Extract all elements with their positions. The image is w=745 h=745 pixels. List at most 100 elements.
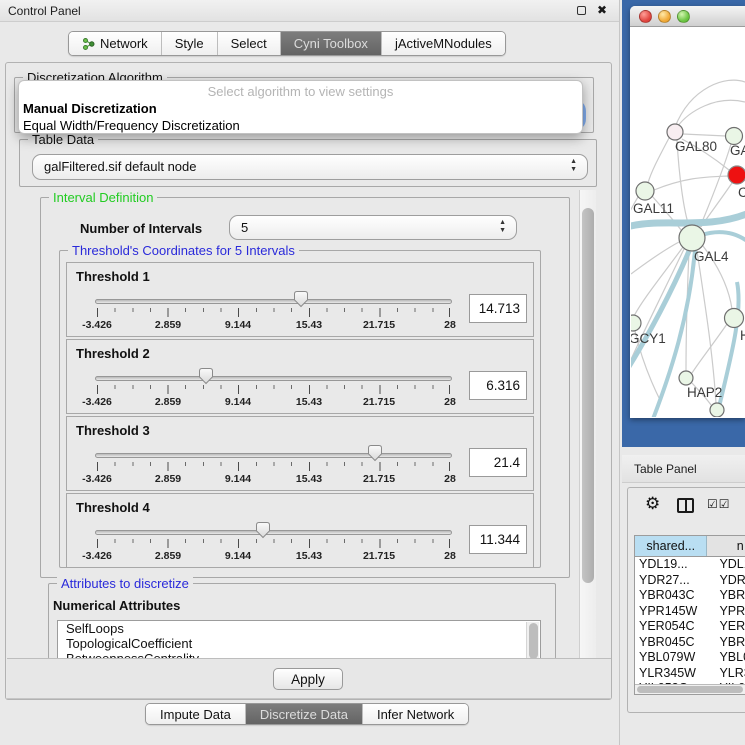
control-panel-titlebar: Control Panel ✖ bbox=[0, 0, 619, 22]
threshold-1-slider-handle[interactable] bbox=[293, 290, 309, 308]
cell: YBL079W bbox=[635, 650, 707, 666]
tab-discretize-data[interactable]: Discretize Data bbox=[245, 704, 362, 724]
cell: YDL19... bbox=[635, 557, 707, 573]
threshold-2-value-field[interactable] bbox=[469, 371, 527, 400]
threshold-row-2: Threshold 2 -3.426 2.859 9.144 15.43 21.… bbox=[66, 339, 534, 414]
close-icon[interactable]: ✖ bbox=[597, 3, 607, 17]
tick-label: -3.426 bbox=[82, 319, 112, 331]
tab-cyni-toolbox[interactable]: Cyni Toolbox bbox=[280, 32, 381, 55]
node-hap2[interactable] bbox=[679, 371, 693, 385]
dropdown-hint: Select algorithm to view settings bbox=[19, 84, 582, 99]
tab-select[interactable]: Select bbox=[217, 32, 280, 55]
threshold-1-slider-track[interactable] bbox=[95, 299, 452, 304]
column-header-name[interactable]: n bbox=[707, 536, 745, 556]
dropdown-option-equal-width[interactable]: Equal Width/Frequency Discretization bbox=[23, 118, 240, 133]
table-row[interactable]: YLR345WYLR3 bbox=[635, 666, 745, 682]
table-data-group: Table Data galFiltered.sif default node … bbox=[19, 139, 597, 187]
dropdown-option-manual[interactable]: Manual Discretization bbox=[23, 101, 157, 116]
float-window-icon[interactable] bbox=[577, 6, 586, 15]
node-h[interactable] bbox=[725, 309, 744, 328]
tick-label: 15.43 bbox=[296, 550, 322, 562]
threshold-3-slider-track[interactable] bbox=[95, 453, 452, 458]
threshold-row-3: Threshold 3 -3.426 2.859 9.144 15.43 21.… bbox=[66, 416, 534, 491]
cell: YPR145W bbox=[635, 604, 707, 620]
tick-label: 9.144 bbox=[225, 396, 251, 408]
table-row[interactable]: YBR045CYBR0 bbox=[635, 635, 745, 651]
table-row[interactable]: YBL079WYBL0 bbox=[635, 650, 745, 666]
threshold-2-slider-handle[interactable] bbox=[198, 367, 214, 385]
table-row[interactable]: YPR145WYPR1 bbox=[635, 604, 745, 620]
node-gal4[interactable] bbox=[679, 225, 705, 251]
network-canvas[interactable]: GAL80 GA C GAL11 GAL4 GCY1 H HAP2 bbox=[631, 27, 745, 417]
tab-infer-network[interactable]: Infer Network bbox=[362, 704, 468, 724]
threshold-4-slider-track[interactable] bbox=[95, 530, 452, 535]
interval-group-title: Interval Definition bbox=[49, 190, 157, 205]
split-columns-icon[interactable] bbox=[677, 498, 694, 513]
list-item-selfloops[interactable]: SelfLoops bbox=[58, 621, 540, 636]
tab-impute-data-label: Impute Data bbox=[160, 707, 231, 722]
cell: YBL0 bbox=[707, 650, 745, 666]
list-scrollbar-track[interactable] bbox=[526, 622, 539, 660]
threshold-3-value-field[interactable] bbox=[469, 448, 527, 477]
gear-icon[interactable]: ⚙ bbox=[645, 494, 660, 514]
node-gcy1[interactable] bbox=[631, 315, 641, 331]
tick-label: 15.43 bbox=[296, 473, 322, 485]
threshold-1-label: Threshold 1 bbox=[76, 269, 150, 284]
tab-style[interactable]: Style bbox=[161, 32, 217, 55]
threshold-2-label: Threshold 2 bbox=[76, 346, 150, 361]
control-panel-window: Control Panel ✖ Network Style Select Cyn… bbox=[0, 0, 620, 745]
main-scrollbar-thumb[interactable] bbox=[582, 208, 594, 583]
table-hscrollbar-thumb[interactable] bbox=[637, 686, 743, 693]
table-panel: ⚙ ☑☑ shared... n YDL19...YDL1 YDR27...YD… bbox=[627, 487, 745, 713]
tab-jactivemnodules[interactable]: jActiveMNodules bbox=[381, 32, 505, 55]
table-row[interactable]: YDR27...YDR2 bbox=[635, 573, 745, 589]
tab-impute-data[interactable]: Impute Data bbox=[146, 704, 245, 724]
tick-label: 9.144 bbox=[225, 473, 251, 485]
main-scrollbar-track[interactable] bbox=[579, 190, 596, 658]
cell: YER0 bbox=[707, 619, 745, 635]
table-data-combobox[interactable]: galFiltered.sif default node ▲▼ bbox=[32, 154, 588, 180]
minimize-traffic-light-icon[interactable] bbox=[658, 10, 671, 23]
num-intervals-spinner[interactable]: 5 ▲▼ bbox=[229, 215, 517, 240]
apply-button[interactable]: Apply bbox=[273, 668, 343, 690]
tick-label: 2.859 bbox=[155, 473, 181, 485]
threshold-4-value-field[interactable] bbox=[469, 525, 527, 554]
node-bottom-partial[interactable] bbox=[710, 403, 724, 417]
table-row[interactable]: YBR043CYBR0 bbox=[635, 588, 745, 604]
threshold-3-slider-handle[interactable] bbox=[367, 444, 383, 462]
threshold-1-value-field[interactable] bbox=[469, 294, 527, 323]
table-hscrollbar-track[interactable] bbox=[635, 684, 745, 694]
tick-label: 9.144 bbox=[225, 550, 251, 562]
threshold-2-slider-track[interactable] bbox=[95, 376, 452, 381]
bottom-tab-bar: Impute Data Discretize Data Infer Networ… bbox=[145, 703, 469, 725]
tick-label: -3.426 bbox=[82, 473, 112, 485]
zoom-traffic-light-icon[interactable] bbox=[677, 10, 690, 23]
cell: YBR043C bbox=[635, 588, 707, 604]
column-header-shared[interactable]: shared... bbox=[635, 536, 707, 556]
table-row[interactable]: YDL19...YDL1 bbox=[635, 557, 745, 573]
list-item-topologicalcoefficient[interactable]: TopologicalCoefficient bbox=[58, 636, 540, 651]
tab-network-label: Network bbox=[100, 36, 148, 51]
table-data-group-title: Table Data bbox=[28, 132, 98, 147]
node-gal80[interactable] bbox=[667, 124, 683, 140]
node-top-right[interactable] bbox=[726, 128, 743, 145]
column-checkbox-icons[interactable]: ☑☑ bbox=[707, 497, 731, 511]
numerical-attributes-list: SelfLoops TopologicalCoefficient Between… bbox=[57, 620, 541, 660]
cell: YDL1 bbox=[707, 557, 745, 573]
table-row[interactable]: YER054CYER0 bbox=[635, 619, 745, 635]
close-traffic-light-icon[interactable] bbox=[639, 10, 652, 23]
tab-network[interactable]: Network bbox=[69, 32, 161, 55]
cell: YER054C bbox=[635, 619, 707, 635]
node-gal11[interactable] bbox=[636, 182, 654, 200]
tick-label: 9.144 bbox=[225, 319, 251, 331]
tick-label: 21.715 bbox=[363, 319, 395, 331]
table-data-selected: galFiltered.sif default node bbox=[44, 159, 196, 174]
top-tab-bar: Network Style Select Cyni Toolbox jActiv… bbox=[68, 31, 506, 56]
node-red-selected[interactable] bbox=[728, 166, 745, 184]
list-scrollbar-thumb[interactable] bbox=[529, 623, 538, 659]
node-label-gal11: GAL11 bbox=[633, 201, 674, 216]
network-window-titlebar[interactable] bbox=[630, 6, 745, 27]
node-label-gal4: GAL4 bbox=[694, 249, 729, 264]
cell: YLR345W bbox=[635, 666, 707, 682]
threshold-4-slider-handle[interactable] bbox=[255, 521, 271, 539]
